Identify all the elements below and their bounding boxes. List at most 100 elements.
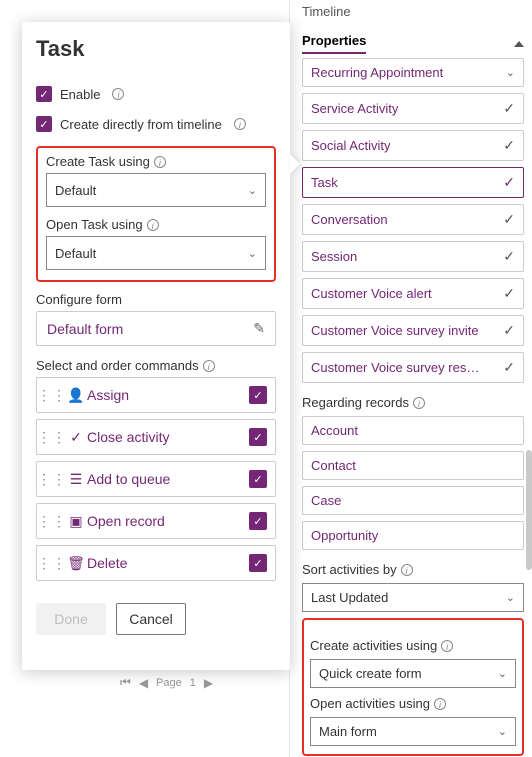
chevron-down-icon: ⌄ (248, 247, 257, 260)
activity-type-customer-voice-survey-invite[interactable]: Customer Voice survey invite✓ (302, 315, 524, 346)
tab-timeline[interactable]: Timeline (302, 4, 351, 23)
configure-form-button[interactable]: Default form ✎ (36, 311, 276, 346)
option-label: Task (311, 175, 338, 190)
info-icon[interactable] (112, 88, 124, 100)
done-button: Done (36, 603, 106, 635)
pager-prev-icon[interactable]: ◀ (139, 676, 148, 690)
configure-form-value: Default form (47, 321, 123, 337)
collapse-icon[interactable] (514, 41, 524, 47)
chevron-down-icon: ⌄ (506, 591, 515, 604)
chevron-down-icon: ⌄ (498, 667, 507, 680)
open-task-using-label: Open Task using (46, 217, 266, 232)
option-label: Case (311, 493, 341, 508)
command-checkbox[interactable] (249, 386, 267, 404)
command-delete[interactable]: ⋮⋮ 🗑 Delete (36, 545, 276, 581)
select-value: Default (55, 246, 96, 261)
pager-label: Page (156, 677, 182, 689)
activity-type-conversation[interactable]: Conversation✓ (302, 204, 524, 235)
command-close-activity[interactable]: ⋮⋮ ✓ Close activity (36, 419, 276, 455)
enable-checkbox[interactable] (36, 86, 52, 102)
pager-first-icon[interactable]: ⏮ (120, 675, 131, 690)
command-label: Delete (87, 555, 241, 571)
cancel-button[interactable]: Cancel (116, 603, 186, 635)
select-value: Quick create form (319, 666, 422, 681)
command-checkbox[interactable] (249, 554, 267, 572)
command-label: Open record (87, 513, 241, 529)
enable-label: Enable (60, 87, 100, 102)
sort-activities-label: Sort activities by (302, 562, 524, 577)
select-value: Main form (319, 724, 377, 739)
pager-next-icon[interactable]: ▶ (204, 676, 213, 690)
activity-type-service-activity[interactable]: Service Activity ✓ (302, 93, 524, 124)
grip-icon[interactable]: ⋮⋮ (37, 471, 65, 488)
check-icon: ✓ (503, 100, 515, 117)
info-icon[interactable] (154, 156, 166, 168)
activity-type-social-activity[interactable]: Social Activity✓ (302, 130, 524, 161)
highlight-box: Create Task using Default⌄ Open Task usi… (36, 146, 276, 282)
create-activities-select[interactable]: Quick create form ⌄ (310, 659, 516, 688)
check-icon: ✓ (503, 174, 515, 191)
command-label: Assign (87, 387, 241, 403)
command-checkbox[interactable] (249, 428, 267, 446)
chevron-down-icon: ⌄ (506, 66, 515, 79)
sort-activities-select[interactable]: Last Updated ⌄ (302, 583, 524, 612)
grip-icon[interactable]: ⋮⋮ (37, 555, 65, 572)
info-icon[interactable] (441, 640, 453, 652)
open-task-using-select[interactable]: Default ⌄ (46, 236, 266, 270)
check-icon: ✓ (503, 285, 515, 302)
info-icon[interactable] (401, 564, 413, 576)
activity-type-task[interactable]: Task ✓ (302, 167, 524, 198)
activity-type-recurring-appointment[interactable]: Recurring Appointment ⌄ (302, 58, 524, 87)
activity-type-customer-voice-survey-response[interactable]: Customer Voice survey response✓ (302, 352, 524, 383)
pager: ⏮ ◀ Page 1 ▶ (120, 675, 213, 690)
option-label: Customer Voice alert (311, 286, 432, 301)
regarding-case[interactable]: Case (302, 486, 524, 515)
check-icon: ✓ (65, 429, 87, 446)
create-task-using-select[interactable]: Default ⌄ (46, 173, 266, 207)
option-label: Account (311, 423, 358, 438)
command-assign[interactable]: ⋮⋮ 👤 Assign (36, 377, 276, 413)
grip-icon[interactable]: ⋮⋮ (37, 429, 65, 446)
open-activities-label: Open activities using (310, 696, 516, 711)
tab-properties[interactable]: Properties (302, 33, 366, 54)
open-activities-select[interactable]: Main form ⌄ (310, 717, 516, 746)
create-activities-label: Create activities using (310, 638, 516, 653)
info-icon[interactable] (147, 219, 159, 231)
command-add-to-queue[interactable]: ⋮⋮ ☰ Add to queue (36, 461, 276, 497)
activity-type-customer-voice-alert[interactable]: Customer Voice alert ✓ (302, 278, 524, 309)
activity-type-session[interactable]: Session✓ (302, 241, 524, 272)
info-icon[interactable] (413, 397, 425, 409)
grip-icon[interactable]: ⋮⋮ (37, 513, 65, 530)
command-open-record[interactable]: ⋮⋮ ▣ Open record (36, 503, 276, 539)
grip-icon[interactable]: ⋮⋮ (37, 387, 65, 404)
option-label: Recurring Appointment (311, 65, 443, 80)
select-value: Last Updated (311, 590, 388, 605)
task-flyout: Task Enable Create directly from timelin… (22, 22, 290, 670)
chevron-down-icon: ⌄ (498, 725, 507, 738)
info-icon[interactable] (203, 360, 215, 372)
info-icon[interactable] (434, 698, 446, 710)
command-checkbox[interactable] (249, 470, 267, 488)
chevron-down-icon: ⌄ (248, 184, 257, 197)
regarding-records-label: Regarding records (302, 395, 524, 410)
pager-number: 1 (190, 677, 196, 689)
regarding-opportunity[interactable]: Opportunity (302, 521, 524, 550)
person-icon: 👤 (65, 387, 87, 404)
panel-title: Task (36, 36, 276, 62)
regarding-contact[interactable]: Contact (302, 451, 524, 480)
check-icon: ✓ (503, 137, 515, 154)
option-label: Opportunity (311, 528, 378, 543)
commands-label: Select and order commands (36, 358, 276, 373)
check-icon: ✓ (503, 359, 515, 376)
info-icon[interactable] (234, 118, 246, 130)
create-direct-checkbox[interactable] (36, 116, 52, 132)
select-value: Default (55, 183, 96, 198)
command-label: Add to queue (87, 471, 241, 487)
command-label: Close activity (87, 429, 241, 445)
regarding-account[interactable]: Account (302, 416, 524, 445)
create-direct-label: Create directly from timeline (60, 117, 222, 132)
command-checkbox[interactable] (249, 512, 267, 530)
option-label: Service Activity (311, 101, 398, 116)
pencil-icon: ✎ (253, 320, 265, 337)
properties-panel: Timeline Properties Recurring Appointmen… (296, 0, 532, 757)
